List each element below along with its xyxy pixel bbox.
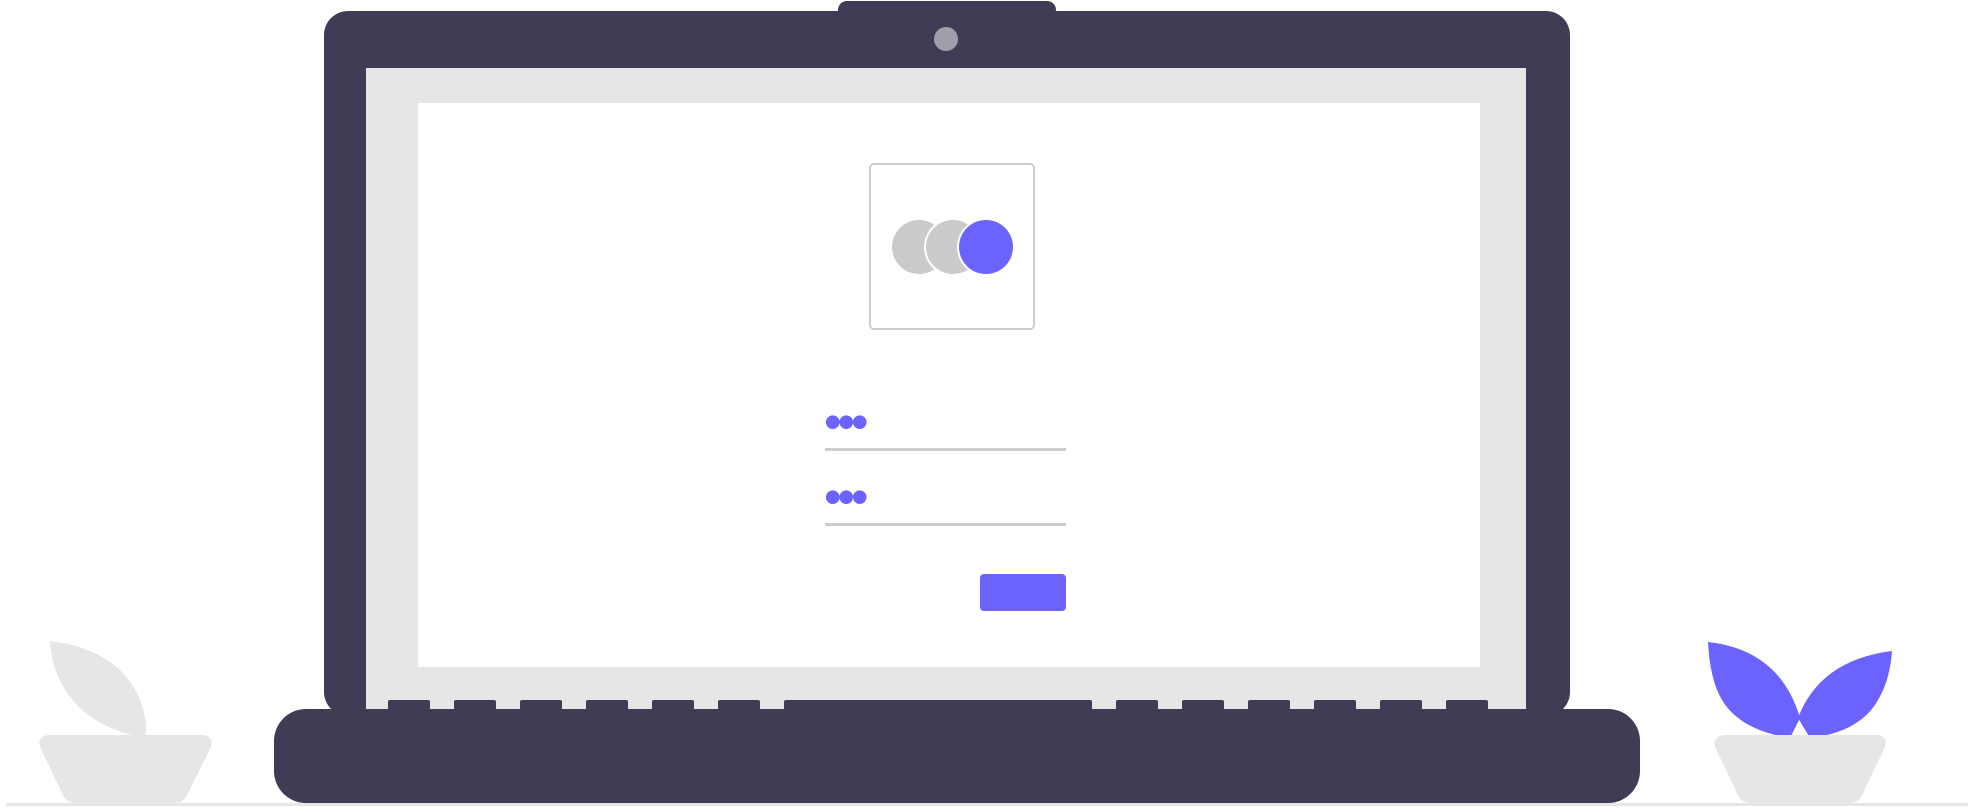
laptop-base [274, 709, 1640, 803]
plant-left-leaf [50, 641, 147, 738]
username-underline [825, 448, 1066, 451]
keyboard-keys [388, 700, 1488, 712]
plant-right-leaf-right [1798, 651, 1892, 738]
ground-line [6, 803, 1968, 806]
submit-button[interactable] [980, 574, 1066, 611]
plant-right-leaf-left [1708, 642, 1800, 738]
username-mask: ••• [824, 394, 867, 450]
avatar-group-icon[interactable] [892, 218, 1015, 276]
laptop [274, 1, 1640, 803]
laptop-camera-notch [838, 1, 1056, 23]
plant-left-icon [39, 641, 212, 803]
webcam-icon [934, 27, 958, 51]
plant-right-pot [1714, 735, 1886, 803]
password-underline [825, 523, 1066, 526]
login-illustration: ••• ••• [6, 1, 1968, 806]
plant-right-icon [1708, 642, 1892, 803]
plant-left-pot [39, 735, 212, 803]
password-mask: ••• [824, 469, 867, 525]
avatar-active[interactable] [959, 220, 1013, 274]
